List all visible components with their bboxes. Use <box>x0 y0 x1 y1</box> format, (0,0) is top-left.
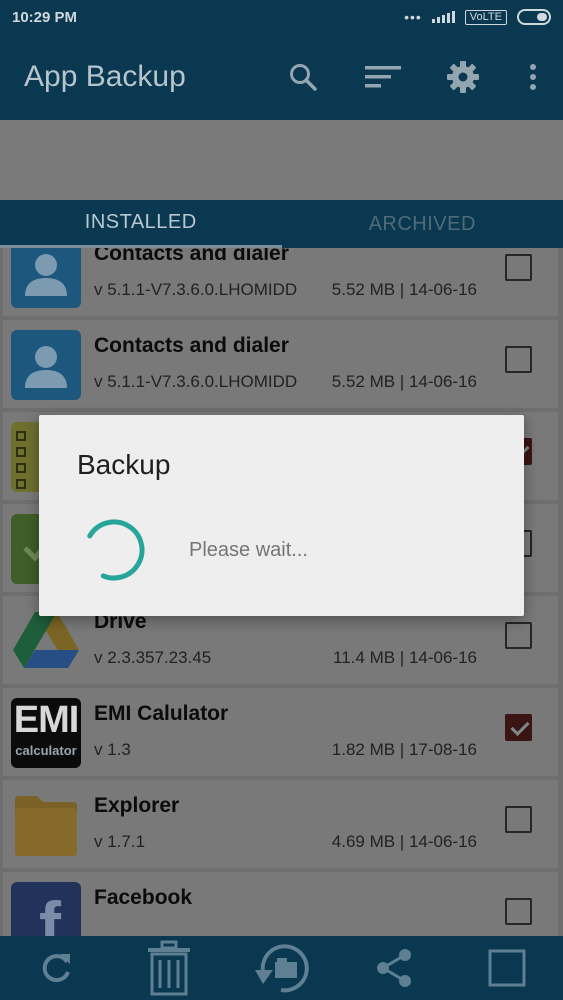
contacts-icon <box>11 248 81 308</box>
status-time: 10:29 PM <box>12 8 78 26</box>
dialog-title: Backup <box>77 449 171 480</box>
emi-icon-subtext: calculator <box>15 743 77 758</box>
drive-icon <box>11 606 81 676</box>
emi-icon-text: EMI <box>13 699 80 741</box>
settings-button[interactable] <box>423 47 503 107</box>
app-size-date: 5.52 MB | 14-06-16 <box>331 280 477 299</box>
app-version: v 2.3.357.23.45 <box>94 648 212 667</box>
app-bar-actions <box>263 47 563 107</box>
app-size-date: 5.52 MB | 14-06-16 <box>331 372 477 391</box>
app-name: Contacts and dialer <box>94 248 289 265</box>
refresh-button[interactable] <box>21 938 91 998</box>
facebook-icon: f <box>11 882 81 936</box>
restore-button[interactable] <box>246 938 316 998</box>
app-name: Facebook <box>94 886 193 909</box>
loading-spinner-icon <box>83 519 145 581</box>
refresh-icon <box>42 954 71 983</box>
notification-dots-icon: ••• <box>404 9 422 25</box>
gear-icon <box>447 61 479 93</box>
volte-badge: VoLTE <box>464 9 507 25</box>
select-all-button[interactable] <box>472 938 542 998</box>
tab-archived[interactable]: ARCHIVED <box>282 200 563 248</box>
app-size-date: 4.69 MB | 14-06-16 <box>331 832 477 851</box>
select-checkbox[interactable] <box>505 806 532 833</box>
sort-icon <box>365 66 401 88</box>
app-size-date: 1.82 MB | 17-08-16 <box>331 740 477 759</box>
select-checkbox[interactable] <box>505 898 532 925</box>
bottom-action-bar <box>0 936 563 1000</box>
app-version: v 1.7.1 <box>94 832 146 851</box>
list-item[interactable]: f Facebook <box>3 872 558 936</box>
app-size-date: 11.4 MB | 14-06-16 <box>333 648 477 667</box>
signal-icon <box>431 11 455 23</box>
dialog-message: Please wait... <box>189 539 308 561</box>
emi-calculator-icon: EMI calculator <box>11 698 81 768</box>
app-version: v 5.1.1-V7.3.6.0.LHOMIDD <box>94 372 298 391</box>
list-item[interactable]: Contacts and dialer v 5.1.1-V7.3.6.0.LHO… <box>3 320 558 408</box>
app-name: EMI Calulator <box>94 702 229 725</box>
delete-button[interactable] <box>134 938 204 998</box>
folder-icon <box>11 790 81 860</box>
status-bar: 10:29 PM ••• VoLTE <box>0 0 563 34</box>
facebook-letter: f <box>39 888 61 936</box>
app-title: App Backup <box>24 60 186 93</box>
share-button[interactable] <box>359 938 429 998</box>
more-options-button[interactable] <box>503 47 563 107</box>
app-bar: App Backup <box>0 34 563 120</box>
app-name: Contacts and dialer <box>94 334 289 357</box>
contacts-icon <box>11 330 81 400</box>
restore-icon <box>255 944 310 993</box>
status-icons: ••• VoLTE <box>404 9 551 25</box>
search-icon <box>290 64 317 91</box>
list-item[interactable]: Contacts and dialer v 5.1.1-V7.3.6.0.LHO… <box>3 248 558 316</box>
tab-installed[interactable]: INSTALLED <box>0 200 282 248</box>
app-name: Explorer <box>94 794 180 817</box>
search-button[interactable] <box>263 47 343 107</box>
sort-button[interactable] <box>343 47 423 107</box>
share-icon <box>377 949 412 987</box>
more-vert-icon <box>530 64 536 90</box>
select-checkbox[interactable] <box>505 254 532 281</box>
select-all-icon <box>488 949 526 987</box>
tab-bar: INSTALLED ARCHIVED <box>0 200 563 248</box>
select-checkbox[interactable] <box>505 622 532 649</box>
select-checkbox[interactable] <box>505 346 532 373</box>
trash-icon <box>147 940 190 996</box>
select-checkbox[interactable] <box>505 714 532 741</box>
app-version: v 1.3 <box>94 740 131 759</box>
list-item[interactable]: Explorer v 1.7.1 4.69 MB | 14-06-16 <box>3 780 558 868</box>
app-version: v 5.1.1-V7.3.6.0.LHOMIDD <box>94 280 298 299</box>
battery-icon <box>517 9 551 25</box>
list-item[interactable]: EMI calculator EMI Calulator v 1.3 1.82 … <box>3 688 558 776</box>
header-spacer <box>0 120 563 200</box>
backup-progress-dialog: Backup Please wait... <box>39 415 524 616</box>
